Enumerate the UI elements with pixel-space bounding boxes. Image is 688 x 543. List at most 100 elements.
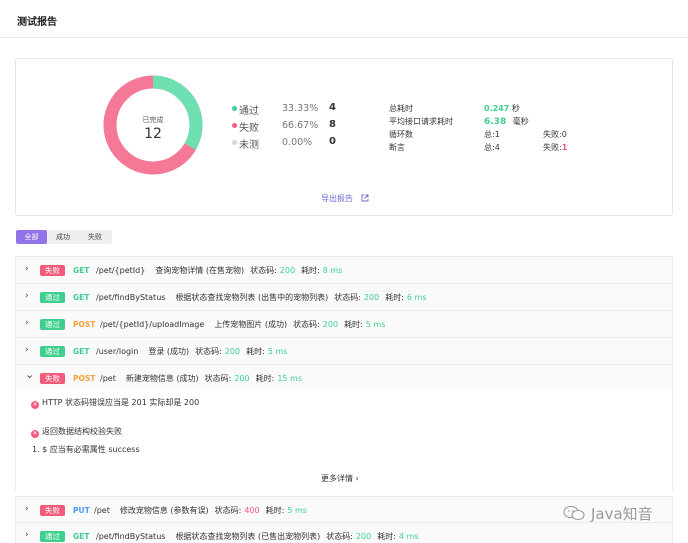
chevron-down-icon[interactable]: ⌄ (25, 368, 34, 381)
time-label: 耗时: (344, 320, 363, 329)
stat-key: 平均接口请求耗时 (389, 117, 453, 126)
legend-pass: 通过 33.33% 4 (232, 102, 352, 117)
time-cost: 15 ms (277, 374, 303, 383)
watermark-text: Java知音 (591, 505, 653, 523)
tab-all[interactable]: 全部 (16, 230, 47, 244)
result-badge: 通过 (40, 292, 65, 303)
donut-label: 已完成 (142, 116, 164, 124)
tab-fail[interactable]: 失败 (79, 230, 111, 244)
stat-key: 循环数 (389, 130, 413, 139)
chevron-right-icon[interactable]: › (25, 264, 29, 274)
tab-success[interactable]: 成功 (47, 230, 79, 244)
chevron-right-icon[interactable]: › (25, 504, 29, 514)
request-desc: 新建宠物信息 (成功) (125, 374, 199, 383)
error-icon: ✕ (31, 401, 39, 409)
stat-assertions: 断言 总:4 失败:1 (389, 142, 649, 154)
request-info: /pet/findByStatus 根据状态查找宠物列表 (已售出宠物列表) 状态码… (96, 531, 419, 542)
chevron-right-icon[interactable]: › (25, 318, 29, 328)
http-method: GET (73, 293, 90, 302)
status-code: 200 (279, 266, 296, 275)
time-cost: 4 ms (398, 532, 419, 541)
request-row[interactable]: › 失败 GET/pet/{petId} 查询宠物详情 (在售宠物) 状态码: 200 耗时… (15, 256, 673, 283)
loops-total: 总:1 (484, 130, 500, 139)
http-method: GET (73, 266, 90, 275)
more-details-link[interactable]: 更多详情 › (321, 473, 359, 484)
summary-panel: 已完成 12 通过 33.33% 4 失败 66.67% 8 未测 0.00% … (15, 58, 673, 216)
status-code-label: 状态码: (293, 320, 320, 329)
loops-fail-count: 0 (561, 130, 567, 139)
result-badge: 通过 (40, 531, 65, 542)
chevron-right-icon[interactable]: › (25, 291, 29, 301)
time-label: 耗时: (301, 266, 320, 275)
status-code: 200 (234, 374, 250, 383)
stat-value: 0.247 秒 (484, 103, 520, 114)
request-row[interactable]: › 通过 POST/pet/{petId}/uploadImage 上传宠物图片 (成… (15, 310, 673, 337)
error-text: 返回数据结构校验失败 (42, 427, 122, 436)
donut-svg (103, 75, 203, 175)
request-desc: 根据状态查找宠物列表 (已售出宠物列表) (175, 532, 321, 541)
time-label: 耗时: (246, 347, 265, 356)
request-desc: 修改宠物信息 (参数有误) (119, 506, 209, 515)
request-path: /pet/findByStatus (96, 293, 166, 302)
filter-tabs: 全部 成功 失败 (16, 230, 112, 244)
assert-fail-label: 失败: (543, 143, 562, 152)
request-info: /pet/{petId} 查询宠物详情 (在售宠物) 状态码: 200 耗时: 8 ms (96, 265, 342, 276)
page-title: 测试报告 (17, 17, 57, 28)
legend-percent: 66.67% (282, 120, 319, 131)
stat-key: 总耗时 (389, 104, 413, 113)
avg-time-unit: 毫秒 (512, 117, 529, 126)
legend-label: 未测 (239, 140, 259, 151)
total-time-unit: 秒 (511, 104, 520, 113)
request-path: /user/login (96, 347, 139, 356)
result-badge: 失败 (40, 265, 65, 276)
time-label: 耗时: (255, 374, 275, 383)
request-row[interactable]: › 通过 GET/pet/findByStatus 根据状态查找宠物列表 (出售中的宠… (15, 283, 673, 310)
status-code-label: 状态码: (326, 532, 353, 541)
request-info: /pet/findByStatus 根据状态查找宠物列表 (出售中的宠物列表) 状态… (96, 292, 427, 303)
request-info: /pet/{petId}/uploadImage 上传宠物图片 (成功) 状态码: 2… (100, 319, 385, 330)
avg-time-number: 6.38 (484, 117, 507, 127)
wechat-icon (563, 505, 585, 521)
stat-key: 断言 (389, 143, 405, 152)
status-code: 400 (244, 506, 260, 515)
legend-count: 0 (329, 136, 336, 147)
chevron-right-icon[interactable]: › (25, 530, 29, 540)
request-path: /pet/{petId}/uploadImage (100, 320, 205, 329)
time-cost: 8 ms (322, 266, 343, 275)
status-code-label: 状态码: (334, 293, 361, 302)
time-label: 耗时: (265, 506, 285, 515)
status-code-label: 状态码: (214, 506, 242, 515)
status-code: 200 (224, 347, 241, 356)
request-desc: 上传宠物图片 (成功) (214, 320, 288, 329)
more-label: 更多详情 (321, 474, 353, 483)
time-label: 耗时: (385, 293, 404, 302)
chevron-right-icon[interactable]: › (25, 345, 29, 355)
request-info: /pet 修改宠物信息 (参数有误) 状态码: 400 耗时: 5 ms (94, 505, 307, 516)
total-time-number: 0.247 (484, 104, 510, 113)
status-code-label: 状态码: (250, 266, 277, 275)
page-header: 测试报告 (0, 0, 688, 38)
error-detail: 1. $ 应当有必需属性 success (32, 445, 140, 454)
legend-count: 4 (329, 102, 336, 113)
legend-percent: 0.00% (282, 137, 313, 148)
assert-total: 总:4 (484, 143, 500, 152)
legend-label: 通过 (239, 106, 259, 117)
result-badge: 失败 (40, 505, 65, 516)
donut-total: 12 (144, 126, 162, 142)
request-path: /pet (94, 506, 110, 515)
error-text: HTTP 状态码错误应当是 201 实际却是 200 (42, 398, 200, 407)
request-row[interactable]: › 通过 GET/pet/findByStatus 根据状态查找宠物列表 (已售出宠物… (15, 522, 673, 543)
stat-total-time: 总耗时 0.247 秒 (389, 103, 649, 115)
http-method: GET (73, 532, 90, 541)
request-info: /user/login 登录 (成功) 状态码: 200 耗时: 5 ms (96, 346, 287, 357)
export-report-link[interactable]: 导出报告 (321, 193, 369, 204)
result-badge: 通过 (40, 319, 65, 330)
time-cost: 5 ms (365, 320, 386, 329)
request-desc: 登录 (成功) (148, 347, 190, 356)
status-code-label: 状态码: (204, 374, 232, 383)
status-code: 200 (322, 320, 339, 329)
http-method: POST (73, 320, 96, 329)
assert-fail: 失败:1 (543, 142, 567, 153)
request-row[interactable]: ⌄ 失败 POST/pet 新建宠物信息 (成功) 状态码: 200 耗时: 15 ms (15, 364, 673, 391)
request-row[interactable]: › 通过 GET/user/login 登录 (成功) 状态码: 200 耗时: 5 ms (15, 337, 673, 364)
